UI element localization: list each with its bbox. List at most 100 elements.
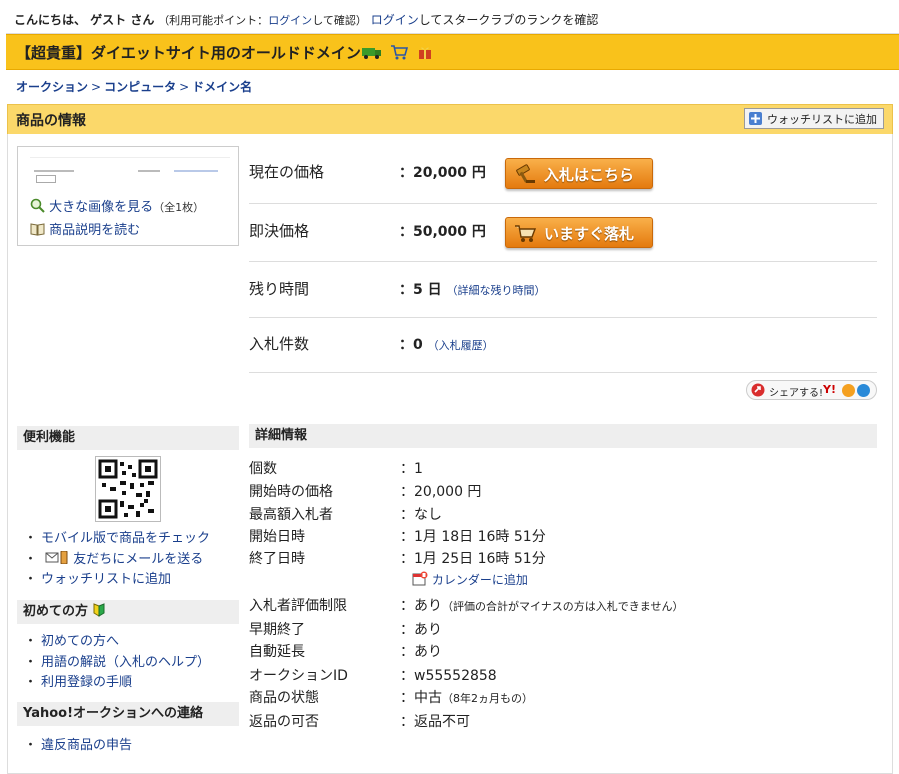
detail-value-returns: ：返品不可: [400, 714, 470, 730]
greeting-text: こんにちは、 ゲスト さん: [14, 13, 155, 27]
free-shipping-icon: [362, 48, 381, 59]
sidebar-watchlist-link[interactable]: ウォッチリストに追加: [41, 572, 171, 587]
title-bar: 【超貴重】ダイエットサイト用のオールドドメイン: [6, 34, 899, 70]
price-row-current: 現在の価格 ：20,000 円 入札はこちら: [249, 146, 877, 204]
beginner-title: 初めての方: [23, 604, 89, 619]
plus-icon: [749, 112, 762, 125]
price-label: 現在の価格: [249, 163, 325, 181]
greeting-bar: こんにちは、 ゲスト さん （利用可能ポイント：ログインして確認） ログインして…: [6, 6, 899, 34]
add-watchlist-label: ウォッチリストに追加: [767, 113, 877, 126]
buy-now-button-label: いますぐ落札: [544, 225, 635, 243]
detail-value-start-price: ：20,000 円: [400, 484, 482, 500]
sidebar-item-register[interactable]: ・利用登録の手順: [24, 671, 132, 690]
yahoo-logo-icon: Y!: [823, 383, 836, 396]
send-mail-link[interactable]: 友だちにメールを送る: [73, 552, 203, 567]
details-header: 詳細情報: [249, 424, 877, 448]
detail-label-rating-limit: 入札者評価制限: [249, 598, 347, 614]
mixi-icon: [842, 384, 855, 397]
detail-value-auto-extend: ：あり: [400, 644, 442, 660]
book-icon: [30, 223, 45, 236]
buynow-value: ：50,000 円: [399, 224, 486, 240]
detail-label-start-time: 開始日時: [249, 529, 305, 545]
view-image-row: 大きな画像を見る（全1枚）: [30, 196, 204, 215]
gavel-icon: [516, 164, 535, 183]
chevron-right-icon: >: [179, 80, 190, 94]
bid-button[interactable]: 入札はこちら: [505, 158, 653, 189]
detail-label-top-bidder: 最高額入札者: [249, 507, 333, 523]
breadcrumb: オークション > コンピュータ > ドメイン名: [16, 78, 252, 95]
bid-button-label: 入札はこちら: [544, 166, 635, 184]
cart-icon: [391, 45, 408, 60]
calendar-icon: [412, 571, 428, 586]
chevron-right-icon: >: [91, 80, 102, 94]
tools-header: 便利機能: [17, 426, 239, 450]
sidebar-item-glossary[interactable]: ・用語の解説（入札のヘルプ）: [24, 651, 210, 670]
points-prefix: （利用可能ポイント：: [158, 14, 269, 27]
detail-label-auto-extend: 自動延長: [249, 644, 305, 660]
detail-label-end-time: 終了日時: [249, 551, 305, 567]
item-thumbnail[interactable]: [30, 157, 230, 184]
price-row-buynow: 即決価格 ：50,000 円 いますぐ落札: [249, 204, 877, 262]
detail-value-rating-limit: ：あり: [400, 598, 442, 614]
view-large-image-link[interactable]: 大きな画像を見る: [49, 200, 153, 215]
sidebar-item-mobile[interactable]: ・モバイル版で商品をチェック: [24, 527, 210, 546]
beginner-header: 初めての方: [17, 600, 239, 624]
detail-value-early-end: ：あり: [400, 622, 442, 638]
breadcrumb-domain[interactable]: ドメイン名: [192, 80, 252, 94]
magnifier-icon: [30, 198, 45, 213]
gift-icon: [419, 47, 431, 59]
breadcrumb-computer[interactable]: コンピュータ: [104, 80, 176, 94]
sidebar-item-watchlist[interactable]: ・ウォッチリストに追加: [24, 568, 171, 587]
read-description-row: 商品説明を読む: [30, 219, 140, 238]
points-suffix: して確認）: [312, 14, 367, 27]
add-calendar-link[interactable]: カレンダーに追加: [432, 573, 528, 587]
beginner-mark-icon: [93, 603, 105, 617]
detail-label-auction-id: オークションID: [249, 668, 348, 684]
share-button[interactable]: シェアする! Y!: [746, 380, 877, 400]
bid-history-link[interactable]: （入札履歴）: [428, 339, 494, 352]
read-description-link[interactable]: 商品説明を読む: [49, 223, 140, 238]
glossary-link[interactable]: 用語の解説（入札のヘルプ）: [41, 655, 210, 670]
detail-note-rating-limit: （評価の合計がマイナスの方は入札できません）: [442, 600, 684, 613]
qr-code-icon: [98, 459, 158, 519]
add-watchlist-button[interactable]: ウォッチリストに追加: [744, 108, 884, 129]
buynow-label: 即決価格: [249, 222, 310, 240]
breadcrumb-auction[interactable]: オークション: [16, 80, 88, 94]
image-count: （全1枚）: [153, 201, 205, 214]
report-violation-link[interactable]: 違反商品の申告: [41, 738, 132, 753]
detail-label-quantity: 個数: [249, 461, 277, 477]
detail-value-top-bidder: ：なし: [400, 507, 442, 523]
points-login-link[interactable]: ログイン: [268, 14, 312, 27]
share-arrow-icon: [751, 383, 765, 397]
sidebar-item-mail[interactable]: ・ 友だちにメールを送る: [24, 548, 203, 567]
detail-value-end-time: ：1月 25日 16時 51分: [400, 551, 546, 567]
detail-label-early-end: 早期終了: [249, 622, 305, 638]
first-time-link[interactable]: 初めての方へ: [41, 634, 119, 649]
sidebar-item-report[interactable]: ・違反商品の申告: [24, 734, 132, 753]
buy-now-button[interactable]: いますぐ落札: [505, 217, 653, 248]
detailed-time-link[interactable]: （詳細な残り時間）: [447, 284, 546, 297]
star-login-link[interactable]: ログイン: [371, 13, 419, 27]
detail-value-start-time: ：1月 18日 16時 51分: [400, 529, 546, 545]
detail-label-returns: 返品の可否: [249, 714, 319, 730]
share-label: シェアする!: [769, 388, 824, 399]
calendar-row: カレンダーに追加: [412, 571, 528, 588]
price-value: ：20,000 円: [399, 165, 486, 181]
register-link[interactable]: 利用登録の手順: [41, 675, 132, 690]
time-left-value: ：5 日: [399, 282, 442, 298]
bid-count-value: ：0: [399, 337, 423, 353]
time-left-label: 残り時間: [249, 280, 310, 298]
detail-label-start-price: 開始時の価格: [249, 484, 333, 500]
detail-label-condition: 商品の状態: [249, 690, 319, 706]
mobile-check-link[interactable]: モバイル版で商品をチェック: [41, 531, 210, 546]
sidebar-item-first-time[interactable]: ・初めての方へ: [24, 630, 119, 649]
contact-header: Yahoo!オークションへの連絡: [17, 702, 239, 726]
detail-value-auction-id: ：w55552858: [400, 668, 497, 684]
cart-icon: [515, 225, 536, 242]
price-row-bids: 入札件数 ：0 （入札履歴）: [249, 318, 877, 373]
item-info-header: 商品の情報 ウォッチリストに追加: [7, 104, 893, 134]
detail-note-condition: （8年2ヵ月もの）: [442, 692, 533, 705]
detail-value-condition: ：中古: [400, 690, 442, 706]
price-row-time: 残り時間 ：5 日 （詳細な残り時間）: [249, 262, 877, 318]
qr-code: [95, 456, 161, 522]
